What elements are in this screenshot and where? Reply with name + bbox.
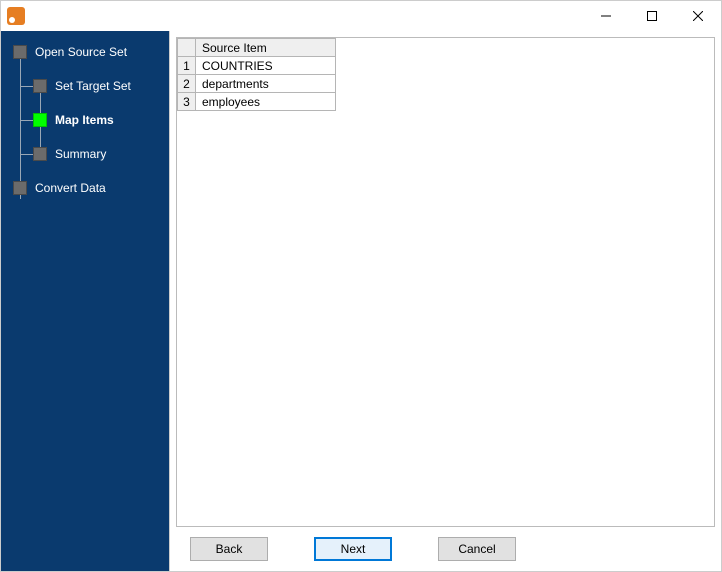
step-open-source-set[interactable]: Open Source Set [7, 41, 169, 63]
cancel-button[interactable]: Cancel [438, 537, 516, 561]
wizard-step-tree: Open Source Set Set Target Set Map Items… [7, 41, 169, 199]
back-button[interactable]: Back [190, 537, 268, 561]
minimize-button[interactable] [583, 1, 629, 31]
row-number-cell: 1 [178, 57, 196, 75]
app-icon [7, 7, 25, 25]
step-marker-icon [13, 181, 27, 195]
close-button[interactable] [675, 1, 721, 31]
source-item-cell[interactable]: COUNTRIES [196, 57, 336, 75]
column-header-label: Source Item [202, 41, 267, 55]
step-marker-icon [13, 45, 27, 59]
row-number-cell: 2 [178, 75, 196, 93]
step-convert-data[interactable]: Convert Data [7, 177, 169, 199]
table-row[interactable]: 1 COUNTRIES [178, 57, 336, 75]
next-button[interactable]: Next [314, 537, 392, 561]
row-number-cell: 3 [178, 93, 196, 111]
source-item-cell[interactable]: employees [196, 93, 336, 111]
maximize-button[interactable] [629, 1, 675, 31]
main-area: Source Item 1 COUNTRIES 2 departments 3 [169, 31, 721, 571]
step-label: Set Target Set [55, 79, 131, 93]
table-row[interactable]: 2 departments [178, 75, 336, 93]
step-set-target-set[interactable]: Set Target Set [7, 75, 169, 97]
step-label: Open Source Set [35, 45, 127, 59]
step-summary[interactable]: Summary [7, 143, 169, 165]
wizard-sidebar: Open Source Set Set Target Set Map Items… [1, 31, 169, 571]
step-marker-icon [33, 147, 47, 161]
row-number-header[interactable] [178, 39, 196, 57]
source-item-cell[interactable]: departments [196, 75, 336, 93]
step-marker-icon [33, 79, 47, 93]
source-item-column-header[interactable]: Source Item [196, 39, 336, 57]
source-item-grid[interactable]: Source Item 1 COUNTRIES 2 departments 3 [176, 37, 715, 527]
step-marker-icon [33, 113, 47, 127]
window-controls [583, 1, 721, 31]
step-map-items[interactable]: Map Items [7, 109, 169, 131]
title-bar [1, 1, 721, 31]
step-label: Convert Data [35, 181, 106, 195]
table-row[interactable]: 3 employees [178, 93, 336, 111]
step-label: Summary [55, 147, 106, 161]
wizard-button-bar: Back Next Cancel [170, 527, 721, 571]
step-label: Map Items [55, 113, 114, 127]
